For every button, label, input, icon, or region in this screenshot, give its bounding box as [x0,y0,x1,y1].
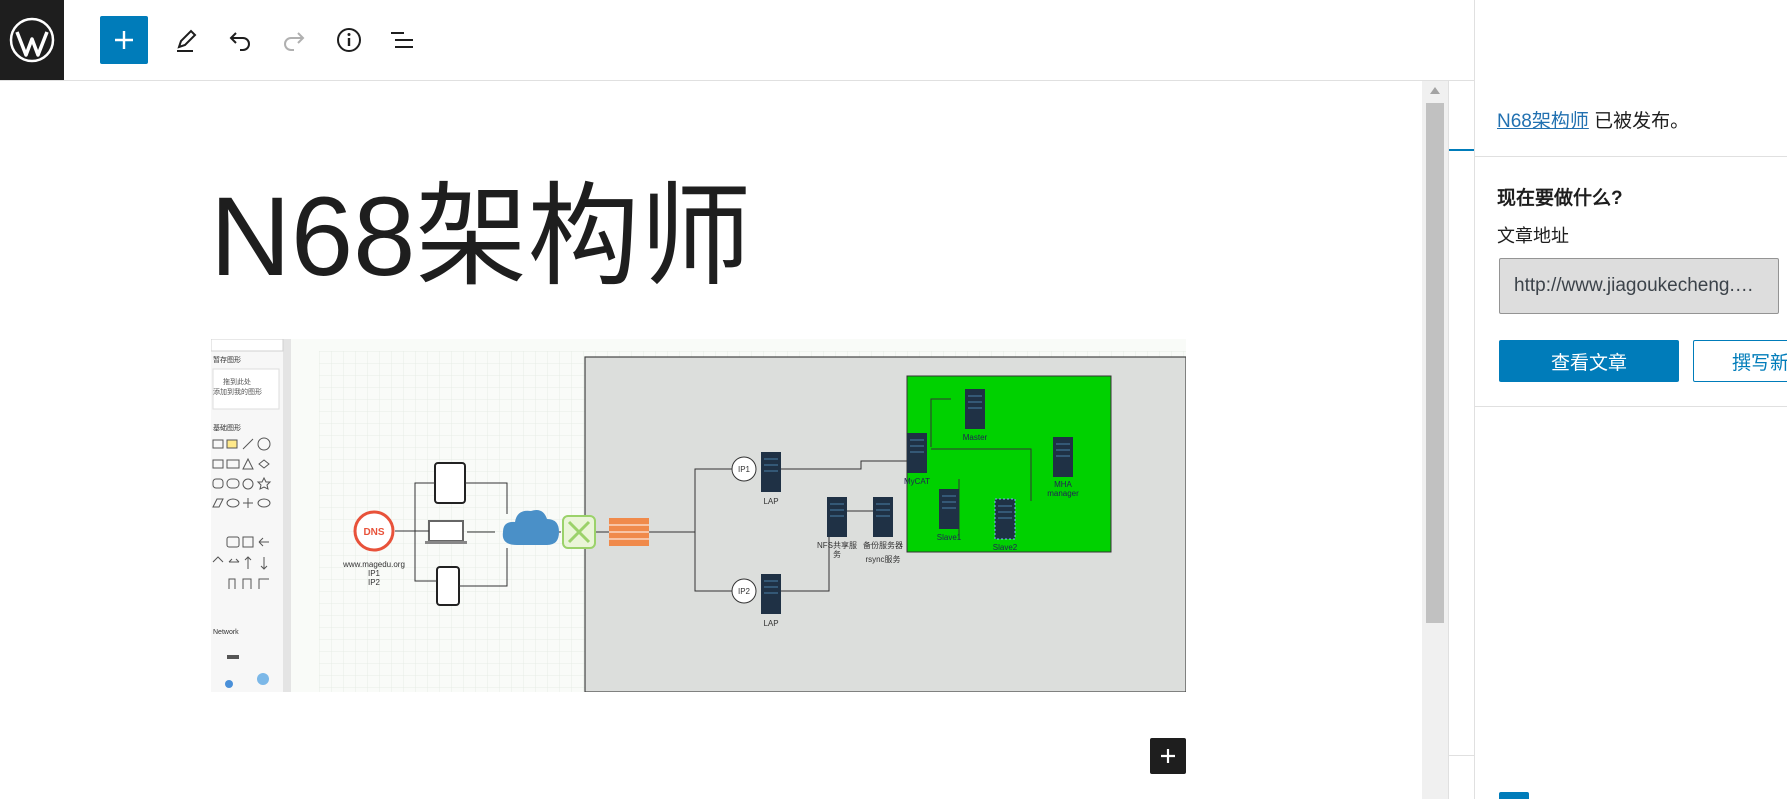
undo-button[interactable] [216,16,264,64]
panel-divider [1475,406,1787,407]
panel-divider [1475,156,1787,157]
post-title[interactable]: N68架构师 [210,181,751,293]
svg-text:IP2: IP2 [368,578,381,587]
redo-icon [284,32,305,51]
svg-text:IP2: IP2 [738,587,751,596]
tools-button[interactable] [162,16,210,64]
info-icon [337,28,361,52]
whats-next-heading: 现在要做什么? [1497,188,1623,209]
redo-button[interactable] [270,16,318,64]
svg-text:Master: Master [963,433,988,442]
list-view-button[interactable] [378,16,426,64]
svg-text:LAP: LAP [763,619,778,628]
svg-text:Slave1: Slave1 [937,533,962,542]
sidebar-divider [1449,755,1475,756]
details-button[interactable] [325,16,373,64]
scroll-up-arrow-icon[interactable] [1430,87,1440,94]
svg-text:添加到我的图形: 添加到我的图形 [213,387,262,396]
undo-icon [229,32,250,51]
svg-text:Slave2: Slave2 [993,543,1018,552]
post-address-field[interactable] [1499,258,1779,314]
add-block-button[interactable] [100,16,148,64]
sidebar-active-tab-indicator [1449,149,1475,151]
view-post-button[interactable]: 查看文章 [1499,340,1679,382]
svg-text:备份服务器: 备份服务器 [863,540,903,550]
svg-text:IP1: IP1 [738,465,751,474]
svg-text:IP1: IP1 [368,569,381,578]
svg-text:暂存图形: 暂存图形 [213,355,241,364]
svg-text:拖到此处: 拖到此处 [223,377,251,386]
svg-text:DNS: DNS [363,527,384,538]
settings-sidebar-edge [1448,81,1475,799]
block-inserter-button[interactable] [1150,738,1186,774]
list-view-icon [391,32,413,48]
svg-text:LAP: LAP [763,497,778,506]
published-suffix: 已被发布。 [1588,111,1690,132]
editor-canvas: N68架构师 暂存图形 拖到此处 添加到我的图形 基础图形 Network DN… [0,81,1422,799]
svg-text:manager: manager [1047,489,1079,498]
architecture-diagram-image: 暂存图形 拖到此处 添加到我的图形 基础图形 Network DNS www.m… [211,339,1186,692]
svg-text:MHA: MHA [1054,480,1072,489]
svg-text:rsync服务: rsync服务 [865,554,900,564]
wordpress-logo-icon[interactable] [0,0,64,80]
plus-icon [1161,749,1175,763]
svg-text:Network: Network [213,629,239,636]
add-new-post-button[interactable]: 撰写新 [1693,340,1787,382]
pencil-icon [177,29,197,52]
svg-text:基础图形: 基础图形 [213,423,241,432]
editor-scrollbar[interactable] [1422,81,1448,799]
svg-text:NFS共享服: NFS共享服 [817,540,857,550]
checkbox[interactable] [1499,792,1529,799]
svg-text:MyCAT: MyCAT [904,477,930,486]
svg-text:务: 务 [833,549,841,559]
plus-icon [115,31,133,49]
post-address-label: 文章地址 [1497,226,1569,246]
editor-toolbar [0,0,1474,81]
image-block[interactable]: 暂存图形 拖到此处 添加到我的图形 基础图形 Network DNS www.m… [211,339,1186,692]
published-post-link[interactable]: N68架构师 [1497,111,1589,132]
published-notice: N68架构师 已被发布。 [1497,106,1689,133]
svg-text:www.magedu.org: www.magedu.org [342,560,405,569]
post-publish-panel: N68架构师 已被发布。 现在要做什么? 文章地址 查看文章 撰写新 [1474,0,1787,799]
scrollbar-thumb[interactable] [1426,103,1444,623]
